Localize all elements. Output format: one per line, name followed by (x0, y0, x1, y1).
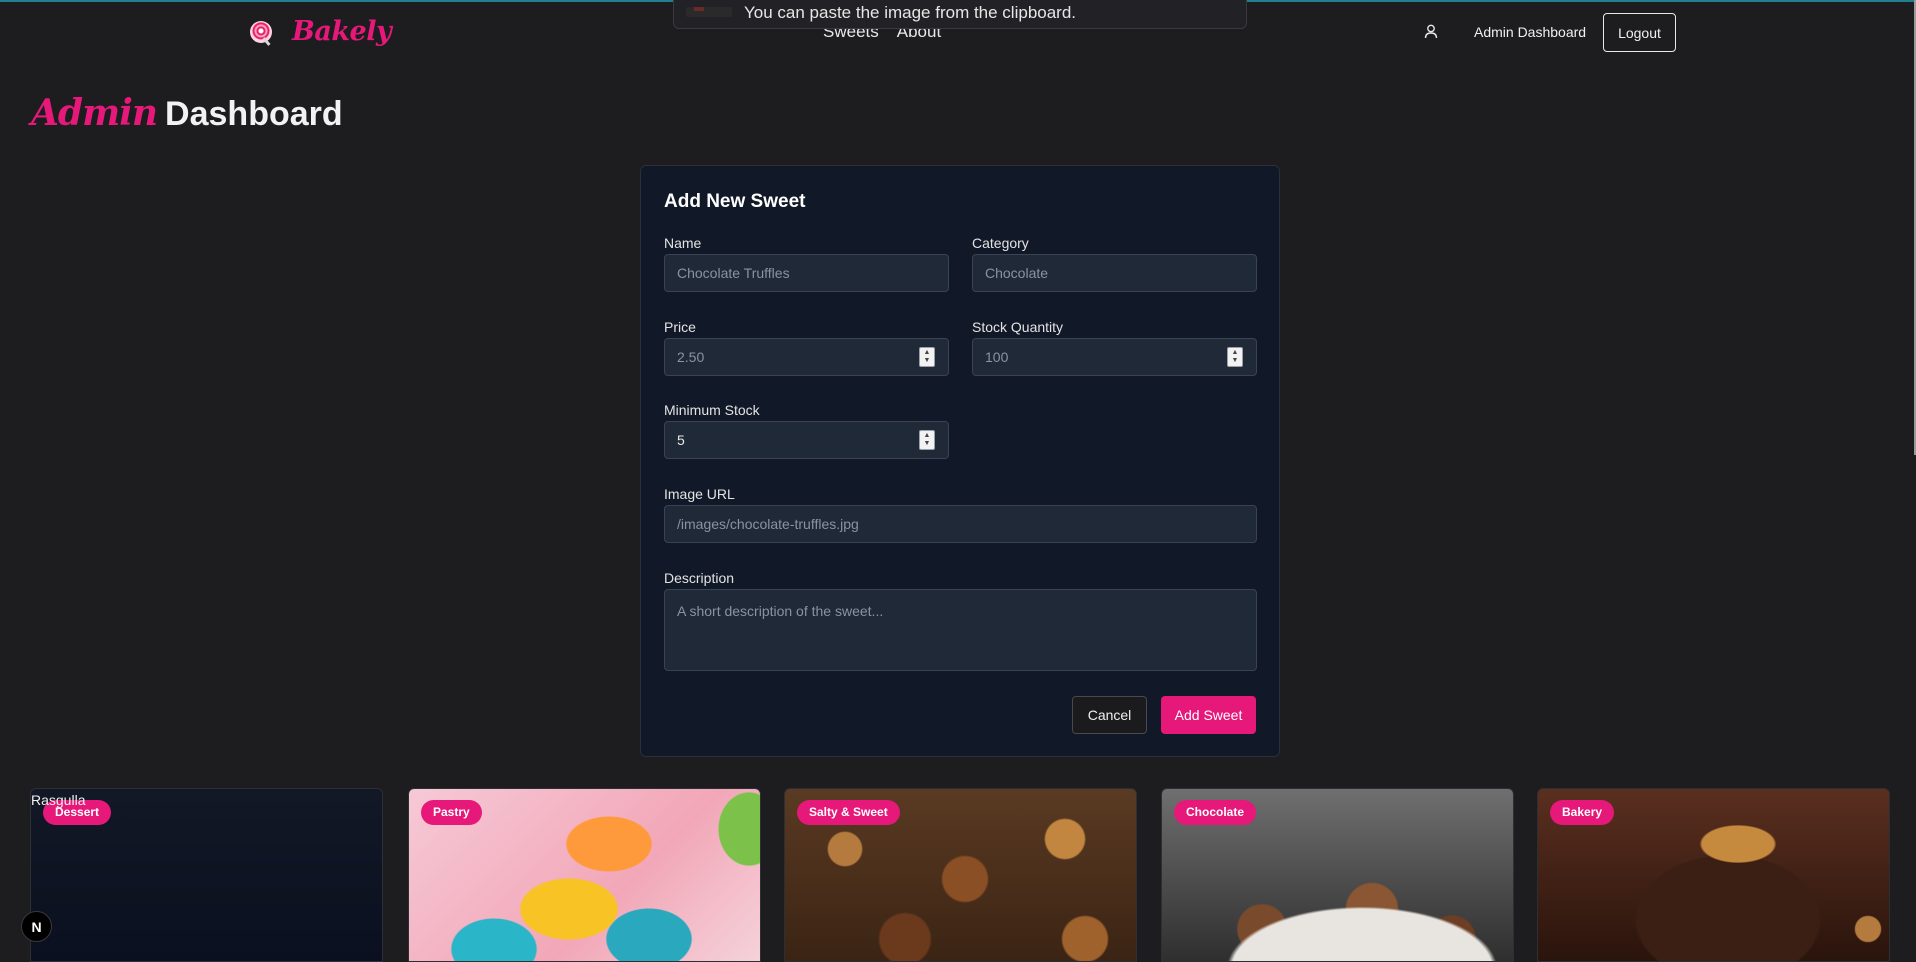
stock-input[interactable] (972, 338, 1257, 376)
stock-label: Stock Quantity (972, 319, 1064, 335)
price-stepper[interactable]: ▲ ▼ (919, 347, 935, 367)
description-textarea[interactable] (664, 589, 1257, 671)
toast-thumbnail (686, 6, 732, 17)
price-input[interactable] (664, 338, 949, 376)
page-title-script: Admin (31, 92, 158, 134)
product-card[interactable]: Bakery (1537, 788, 1890, 962)
chevron-up-icon: ▲ (923, 349, 931, 356)
toast-text: You can paste the image from the clipboa… (744, 2, 1077, 22)
clipboard-toast: You can paste the image from the clipboa… (673, 0, 1247, 29)
chevron-up-icon: ▲ (923, 432, 931, 439)
chevron-down-icon: ▼ (1231, 357, 1239, 364)
form-title: Add New Sweet (664, 191, 806, 212)
name-label: Name (664, 235, 702, 251)
category-label: Category (972, 235, 1029, 251)
brand[interactable]: Bakely (250, 16, 392, 47)
category-badge: Pastry (421, 800, 482, 825)
brand-name: Bakely (292, 16, 392, 47)
dev-tools-badge[interactable]: N (21, 911, 52, 942)
product-card[interactable]: Salty & Sweet (784, 788, 1137, 962)
name-input[interactable] (664, 254, 949, 292)
min-stock-label: Minimum Stock (664, 402, 760, 418)
category-input[interactable] (972, 254, 1257, 292)
product-card[interactable]: Chocolate (1161, 788, 1514, 962)
lollipop-icon (250, 20, 272, 43)
price-label: Price (664, 319, 696, 335)
min-stock-stepper[interactable]: ▲ ▼ (919, 430, 935, 450)
stock-stepper[interactable]: ▲ ▼ (1227, 347, 1243, 367)
chevron-down-icon: ▼ (923, 440, 931, 447)
chevron-down-icon: ▼ (923, 357, 931, 364)
category-badge: Bakery (1550, 800, 1615, 825)
page-title-main: Dashboard (165, 95, 343, 133)
user-icon[interactable] (1424, 24, 1438, 39)
product-card-rasgulla[interactable]: Dessert (30, 788, 383, 962)
category-badge: Salty & Sweet (797, 800, 900, 825)
add-sweet-form: Add New Sweet Name Category Price ▲ ▼ St… (640, 165, 1280, 757)
category-badge: Chocolate (1174, 800, 1257, 825)
product-card[interactable]: Pastry (408, 788, 761, 962)
min-stock-input[interactable] (664, 421, 949, 459)
page-title: Admin Dashboard (31, 92, 343, 134)
logout-button[interactable]: Logout (1603, 13, 1676, 52)
description-label: Description (664, 570, 735, 586)
cancel-button[interactable]: Cancel (1072, 696, 1147, 734)
product-name-overflow: Rasgulla (31, 792, 86, 808)
image-url-label: Image URL (664, 486, 735, 502)
image-url-input[interactable] (664, 505, 1257, 543)
admin-dashboard-link[interactable]: Admin Dashboard (1474, 24, 1586, 40)
chevron-up-icon: ▲ (1231, 349, 1239, 356)
add-sweet-button[interactable]: Add Sweet (1161, 696, 1256, 734)
